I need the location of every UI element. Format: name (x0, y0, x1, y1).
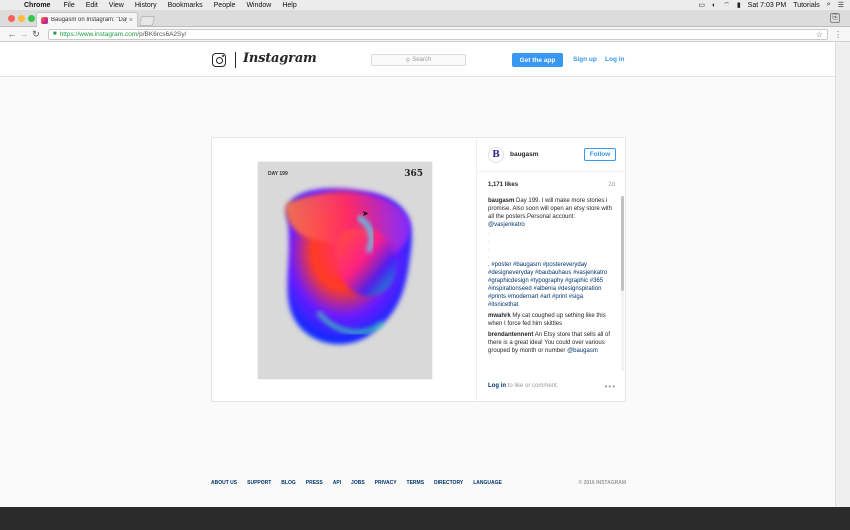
comments-scroll-thumb[interactable] (621, 196, 624, 291)
menu-file[interactable]: File (63, 2, 74, 9)
browser-tab-instagram[interactable]: Baugasm on Instagram: "Day × (36, 12, 138, 27)
window-close-icon[interactable] (8, 15, 15, 22)
search-input[interactable]: ⚲ Search (371, 54, 466, 66)
menu-people[interactable]: People (214, 2, 236, 9)
login-prompt-text: to like or comment. (507, 383, 559, 389)
footer-link-support[interactable]: SUPPORT (247, 480, 271, 486)
sign-up-link[interactable]: Sign up (573, 56, 597, 63)
log-in-link[interactable]: Log in (605, 56, 625, 63)
forward-arrow-icon[interactable]: → (18, 29, 30, 39)
caption-mention[interactable]: @vasjenkatro (488, 222, 525, 228)
comments-scrollbar[interactable] (621, 196, 624, 371)
mac-menu-bar: Chrome File Edit View History Bookmarks … (0, 0, 850, 10)
chrome-menu-icon[interactable]: ⋮ (834, 30, 842, 39)
footer-link-about[interactable]: ABOUT US (211, 480, 237, 486)
comment-author[interactable]: mwahrk (488, 313, 511, 319)
menu-window[interactable]: Window (246, 2, 271, 9)
back-arrow-icon[interactable]: ← (6, 29, 18, 39)
caption-hashtags[interactable]: . #poster #baugasm #posterevery­day #des… (488, 262, 607, 308)
footer-link-directory[interactable]: DIRECTORY (434, 480, 463, 486)
footer-link-api[interactable]: API (333, 480, 341, 486)
volume-icon[interactable]: ◐ (712, 2, 716, 9)
browser-toolbar: ← → ↻ ■ https://www.instagram.com /p/BK6… (0, 27, 850, 42)
menu-help[interactable]: Help (282, 2, 296, 9)
post-username[interactable]: baugasm (510, 151, 539, 158)
lock-icon: ■ (53, 31, 57, 37)
poster-image[interactable]: DAY 199 365 (258, 162, 432, 379)
post-header: B baugasm Follow (477, 138, 627, 172)
menu-user[interactable]: Tutorials (793, 2, 820, 9)
menu-bookmarks[interactable]: Bookmarks (168, 2, 203, 9)
mouse-cursor-icon: ➤ (362, 209, 369, 218)
menu-clock[interactable]: Sat 7:03 PM (748, 2, 787, 9)
post-sidebar: B baugasm Follow 1,171 likes 2d baugasm … (476, 138, 627, 401)
menu-history[interactable]: History (135, 2, 157, 9)
footer-link-blog[interactable]: BLOG (281, 480, 295, 486)
footer-link-privacy[interactable]: PRIVACY (375, 480, 397, 486)
menu-view[interactable]: View (109, 2, 124, 9)
profile-icon[interactable]: ⎘ (830, 13, 840, 23)
wifi-icon[interactable]: ⌔ (723, 1, 730, 10)
menu-tray: ▭ ◐ ⌔ ▮ Sat 7:03 PM Tutorials ⌕ ☰ (698, 1, 844, 10)
spotlight-search-icon[interactable]: ⌕ (827, 1, 831, 9)
caption-author[interactable]: baugasm (488, 198, 514, 204)
caption-dot: . (488, 238, 490, 244)
search-icon: ⚲ (405, 57, 411, 64)
tab-title: Baugasm on Instagram: "Day (51, 17, 127, 23)
reload-icon[interactable]: ↻ (30, 29, 42, 40)
footer-link-press[interactable]: PRESS (306, 480, 323, 486)
window-minimize-icon[interactable] (18, 15, 25, 22)
login-prompt-link[interactable]: Log in (488, 383, 506, 389)
list-item: mwahrk My cat coughed up sething like th… (488, 312, 613, 328)
caption-dot: . (488, 254, 490, 260)
instagram-header: Instagram ⚲ Search Get the app Sign up L… (0, 42, 835, 77)
logo-divider (235, 52, 236, 68)
instagram-camera-icon[interactable] (212, 53, 226, 67)
url-host: https://www.instagram.com (59, 30, 138, 38)
caption-dot: . (488, 230, 490, 236)
post-age[interactable]: 2d (608, 182, 615, 188)
page-footer: ABOUT US SUPPORT BLOG PRESS API JOBS PRI… (211, 480, 626, 486)
copyright: © 2016 INSTAGRAM (578, 480, 627, 486)
address-bar[interactable]: ■ https://www.instagram.com /p/BK6rcs6A2… (48, 28, 828, 40)
battery-icon[interactable]: ▮ (737, 1, 741, 9)
desktop-background (0, 507, 850, 530)
caption: baugasm Day 199. I will make more storie… (488, 197, 613, 309)
post-media[interactable]: DAY 199 365 ➤ (212, 138, 476, 401)
list-item: brendantennent An Etsy store that sells … (488, 331, 613, 355)
more-options-icon[interactable]: ••• (605, 382, 616, 391)
airplay-icon[interactable]: ▭ (698, 1, 705, 9)
comments-list[interactable]: baugasm Day 199. I will make more storie… (488, 197, 613, 372)
poster-day-label: DAY 199 (268, 171, 288, 177)
bookmark-star-icon[interactable]: ☆ (816, 30, 823, 39)
menu-edit[interactable]: Edit (86, 2, 98, 9)
gradient-blob-artwork (285, 188, 412, 345)
page-scrollbar[interactable] (835, 42, 850, 507)
post-card: DAY 199 365 ➤ B baugasm Follow 1,171 lik… (211, 137, 627, 402)
search-placeholder: Search (412, 57, 432, 63)
browser-tab-strip: Baugasm on Instagram: "Day × ⎘ (0, 10, 850, 27)
instagram-wordmark[interactable]: Instagram (243, 51, 317, 66)
comment-author[interactable]: brendantennent (488, 332, 533, 338)
caption-dot: . (488, 246, 490, 252)
instagram-favicon-icon (41, 16, 48, 24)
tab-close-icon[interactable]: × (129, 17, 133, 24)
comment-mention[interactable]: @baugasm (567, 348, 598, 354)
login-prompt: Log in to like or comment. (488, 383, 558, 389)
follow-button[interactable]: Follow (584, 148, 616, 161)
menu-app-chrome[interactable]: Chrome (24, 2, 50, 9)
poster-number: 365 (404, 169, 423, 179)
post-footer: Log in to like or comment. ••• (477, 378, 627, 401)
web-page: Instagram ⚲ Search Get the app Sign up L… (0, 42, 835, 507)
avatar[interactable]: B (488, 147, 504, 163)
footer-link-language[interactable]: LANGUAGE (473, 480, 502, 486)
notification-list-icon[interactable]: ☰ (838, 1, 844, 9)
new-tab-button[interactable] (138, 16, 156, 26)
url-path: /p/BK6rcs6A2Sy/ (137, 30, 187, 38)
footer-link-terms[interactable]: TERMS (407, 480, 425, 486)
footer-link-jobs[interactable]: JOBS (351, 480, 365, 486)
get-the-app-button[interactable]: Get the app (512, 53, 563, 67)
window-zoom-icon[interactable] (28, 15, 35, 22)
likes-count[interactable]: 1,171 likes (488, 182, 518, 188)
